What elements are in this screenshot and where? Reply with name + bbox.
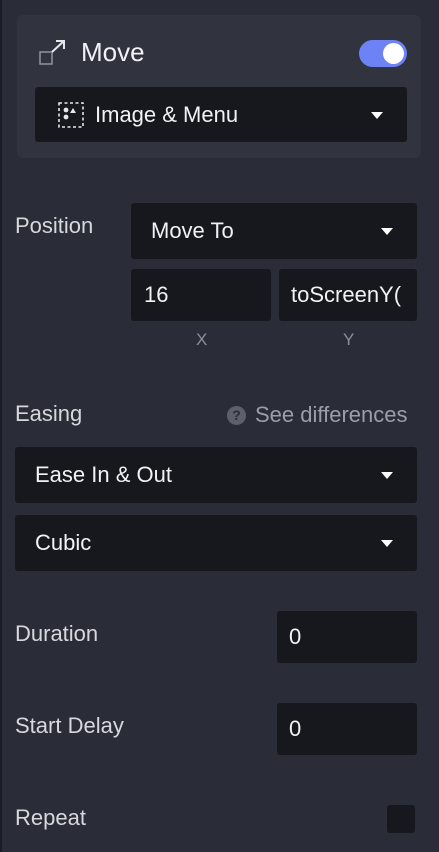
action-enabled-toggle[interactable] — [359, 40, 407, 67]
easing-curve-dropdown[interactable]: Cubic — [15, 515, 417, 571]
easing-type-dropdown[interactable]: Ease In & Out — [15, 447, 417, 503]
position-label: Position — [15, 213, 94, 238]
move-action-card: Move Image & Menu — [17, 15, 421, 158]
position-x-input[interactable]: 16 — [131, 269, 271, 321]
card-header: Move — [37, 37, 145, 68]
duration-value: 0 — [289, 624, 302, 649]
position-x-value: 16 — [144, 282, 169, 307]
y-axis-label: Y — [343, 330, 355, 349]
toggle-knob — [383, 43, 404, 64]
duration-input[interactable]: 0 — [277, 611, 417, 663]
start-delay-input[interactable]: 0 — [277, 703, 417, 755]
target-value: Image & Menu — [95, 101, 239, 127]
help-icon: ? — [227, 405, 246, 425]
chevron-down-icon — [381, 472, 393, 479]
position-y-input[interactable]: toScreenY( — [279, 269, 417, 321]
duration-label: Duration — [15, 621, 99, 646]
easing-curve-value: Cubic — [35, 530, 92, 555]
position-mode-value: Move To — [151, 218, 234, 243]
chevron-down-icon — [381, 228, 393, 235]
move-icon — [39, 39, 65, 65]
chevron-down-icon — [381, 540, 393, 547]
image-menu-icon — [58, 101, 84, 128]
repeat-checkbox[interactable] — [387, 805, 415, 833]
position-y-value: toScreenY( — [291, 282, 402, 307]
x-axis-label: X — [196, 330, 208, 349]
repeat-label: Repeat — [15, 805, 86, 830]
panel-left-border — [0, 0, 2, 852]
position-mode-dropdown[interactable]: Move To — [131, 203, 417, 259]
see-differences-link[interactable]: ? See differences — [227, 402, 407, 428]
easing-type-value: Ease In & Out — [35, 462, 172, 487]
easing-label: Easing — [15, 401, 83, 426]
chevron-down-icon — [371, 111, 383, 119]
see-differences-text: See differences — [255, 402, 408, 427]
start-delay-label: Start Delay — [15, 713, 124, 738]
action-title: Move — [81, 37, 145, 67]
start-delay-value: 0 — [289, 716, 302, 741]
target-dropdown[interactable]: Image & Menu — [35, 87, 407, 142]
